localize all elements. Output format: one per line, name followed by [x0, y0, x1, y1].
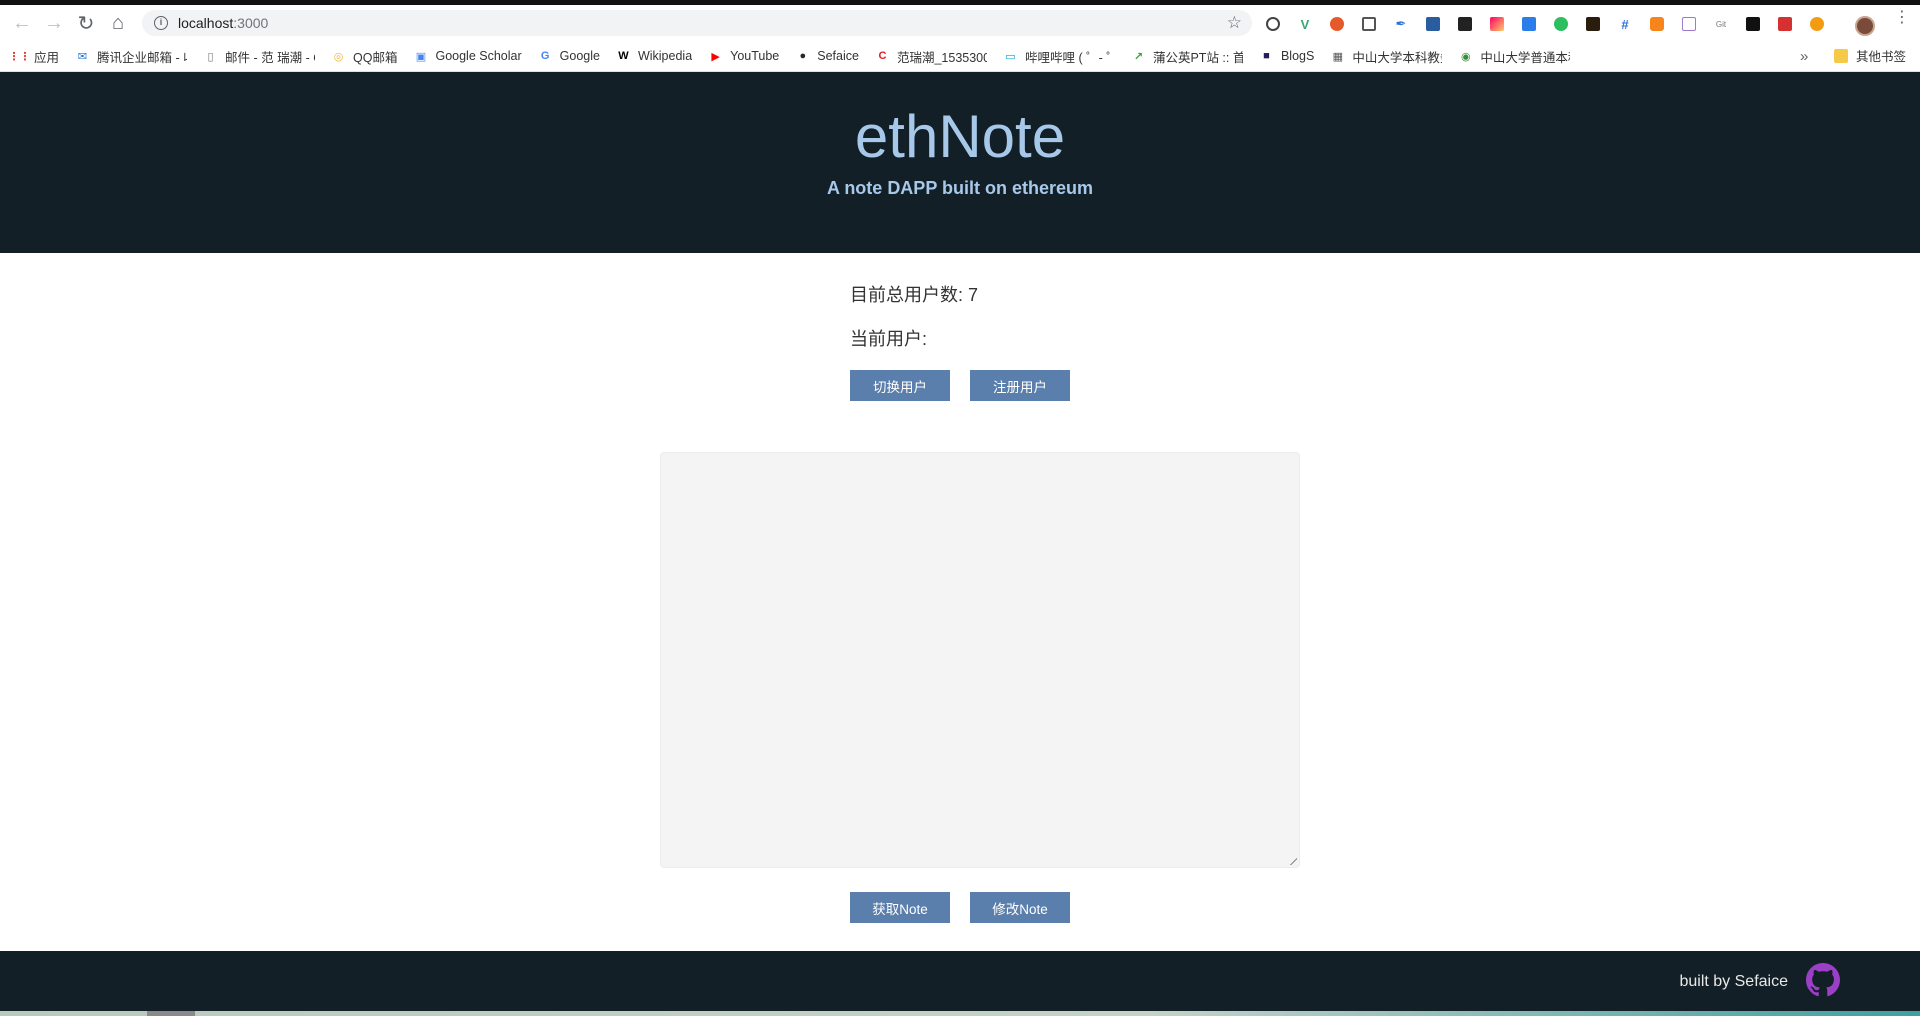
bookmark-item[interactable]: ▯ 邮件 - 范 瑞潮 - Out [203, 44, 315, 68]
page-footer: built by Sefaice [0, 951, 1920, 1011]
qq-mail-icon: ◎ [333, 50, 344, 63]
bookmark-item[interactable]: ◎ QQ邮箱 [331, 44, 398, 68]
scholar-icon: ▣ [415, 50, 427, 63]
apps-grid-icon: ⋮⋮ [12, 50, 31, 63]
bookmark-item[interactable]: ● Sefaice [795, 44, 859, 68]
new-badge-icon[interactable] [1518, 14, 1540, 34]
back-arrow-icon[interactable]: ← [6, 7, 38, 39]
extensions-bar: V ✒ # Git [1262, 13, 1828, 35]
resize-handle-icon[interactable] [1289, 857, 1297, 865]
forward-arrow-icon[interactable]: → [38, 7, 70, 39]
bookmark-item[interactable]: ⋮⋮ 应用 [12, 44, 59, 68]
extension-icon[interactable] [1742, 14, 1764, 34]
pt-icon: ↗ [1133, 50, 1144, 63]
bookmark-label: 邮件 - 范 瑞潮 - Out [225, 50, 315, 65]
url-text: localhost:3000 [178, 15, 269, 31]
bookmark-item[interactable]: W Wikipedia [616, 44, 692, 68]
bookmark-label: BlogS [1280, 49, 1315, 63]
footer-credit: built by Sefaice [1679, 973, 1788, 990]
user-info-panel: 目前总用户数: 7 当前用户: 切换用户 注册用户 [850, 282, 1250, 401]
color-picker-icon[interactable]: ✒ [1390, 14, 1412, 34]
taskbar-strip [0, 1011, 1920, 1016]
metamask-icon[interactable] [1646, 14, 1668, 34]
bookmark-item[interactable]: ■ BlogS [1259, 44, 1314, 68]
get-note-button[interactable]: 获取Note [850, 892, 950, 923]
github-icon[interactable] [1806, 963, 1840, 997]
bookmark-label: Wikipedia [637, 49, 693, 63]
bookmark-label: 应用 [34, 50, 60, 65]
bookmark-label: Google Scholar [435, 49, 522, 63]
other-bookmarks-label: 其他书签 [1856, 50, 1907, 64]
bookmark-label: Google [559, 49, 600, 63]
folder-icon [1834, 48, 1848, 63]
bookmark-item[interactable]: ✉ 腾讯企业邮箱 - 收件 [75, 44, 187, 68]
bookmark-item[interactable]: ▣ Google Scholar [413, 44, 522, 68]
other-bookmarks[interactable]: 其他书签 [1834, 46, 1906, 65]
extension-icon[interactable] [1422, 14, 1444, 34]
bookmark-label: 范瑞潮_15353005 (s [896, 50, 987, 65]
note-textarea[interactable] [660, 452, 1300, 868]
pdf-icon[interactable] [1678, 14, 1700, 34]
bookmark-label: 中山大学普通本科教 [1480, 50, 1570, 65]
bookmark-label: 哔哩哔哩 ( ゜- ゜)つロ [1024, 50, 1115, 65]
vue-devtools-icon[interactable]: V [1294, 14, 1316, 34]
extension-icon[interactable] [1806, 14, 1828, 34]
bookmark-item[interactable]: G Google [538, 44, 600, 68]
browser-menu-icon[interactable]: ⋮ [1894, 10, 1910, 26]
home-icon[interactable]: ⌂ [102, 7, 134, 39]
bookmark-item[interactable]: ◉ 中山大学普通本科教 [1458, 44, 1570, 68]
switch-user-button[interactable]: 切换用户 [850, 370, 950, 401]
bilibili-icon: ▭ [1005, 50, 1016, 63]
bookmark-star-icon[interactable]: ☆ [1227, 13, 1242, 33]
bookmark-label: Sefaice [817, 49, 859, 63]
browser-toolbar: ← → ↻ ⌂ i localhost:3000 ☆ V ✒ # Git ⋮ [0, 5, 1920, 41]
user-actions: 切换用户 注册用户 [850, 370, 1250, 401]
bookmark-label: 蒲公英PT站 :: 首页 N [1152, 50, 1243, 65]
bookmark-item[interactable]: ↗ 蒲公英PT站 :: 首页 N [1131, 44, 1243, 68]
address-bar[interactable]: i localhost:3000 ☆ [142, 10, 1252, 36]
gitzip-icon[interactable]: Git [1710, 14, 1732, 34]
extension-icon[interactable] [1326, 14, 1348, 34]
hash-icon[interactable]: # [1614, 14, 1636, 34]
page-header: ethNote A note DAPP built on ethereum [0, 72, 1920, 253]
total-users-text: 目前总用户数: 7 [850, 285, 979, 305]
bookmark-item[interactable]: ▭ 哔哩哔哩 ( ゜- ゜)つロ [1003, 44, 1115, 68]
sysu-green-icon: ◉ [1461, 50, 1471, 63]
red-c-icon: C [878, 50, 887, 62]
screenshot-icon[interactable] [1358, 14, 1380, 34]
bookmark-label: YouTube [730, 49, 780, 63]
wikipedia-icon: W [618, 50, 629, 62]
terminal-icon[interactable] [1454, 14, 1476, 34]
bookmarks-bar: ⋮⋮应用 ✉ 腾讯企业邮箱 - 收件 ▯ 邮件 - 范 瑞潮 - Out ◎ QQ邮箱 ▣ Go… [0, 41, 1920, 72]
github-icon: ● [799, 50, 807, 62]
extension-icon[interactable] [1262, 14, 1284, 34]
page-icon: ▯ [207, 50, 214, 63]
google-icon: G [540, 50, 550, 62]
evernote-icon[interactable] [1550, 14, 1572, 34]
current-user-text: 当前用户: [850, 329, 928, 349]
info-icon[interactable]: i [154, 16, 168, 30]
note-actions: 获取Note 修改Note [850, 892, 1070, 923]
bookmark-item[interactable]: C 范瑞潮_15353005 (s [875, 44, 987, 68]
bookmarks-more-icon[interactable]: » [1800, 48, 1808, 65]
page-subtitle: A note DAPP built on ethereum [826, 178, 1094, 198]
bookmark-item[interactable]: ▶ YouTube [708, 44, 779, 68]
reload-icon[interactable]: ↻ [70, 7, 102, 39]
cors-icon[interactable] [1774, 14, 1796, 34]
bookmark-label: 中山大学本科教务系 [1352, 50, 1442, 65]
modify-note-button[interactable]: 修改Note [970, 892, 1070, 923]
page-title: ethNote [854, 103, 1066, 170]
taskbar-item[interactable] [147, 1011, 195, 1016]
extension-icon[interactable] [1582, 14, 1604, 34]
tencent-mail-icon: ✉ [77, 50, 88, 63]
bookmark-label: QQ邮箱 [353, 50, 398, 65]
bookmark-item[interactable]: ▦ 中山大学本科教务系 [1330, 44, 1443, 68]
extension-icon[interactable] [1486, 14, 1508, 34]
blog-icon: ■ [1263, 50, 1270, 62]
sysu-icon: ▦ [1332, 50, 1344, 63]
bookmark-label: 腾讯企业邮箱 - 收件 [97, 50, 187, 65]
youtube-icon: ▶ [711, 50, 720, 63]
profile-avatar[interactable] [1855, 16, 1875, 36]
register-user-button[interactable]: 注册用户 [970, 370, 1070, 401]
